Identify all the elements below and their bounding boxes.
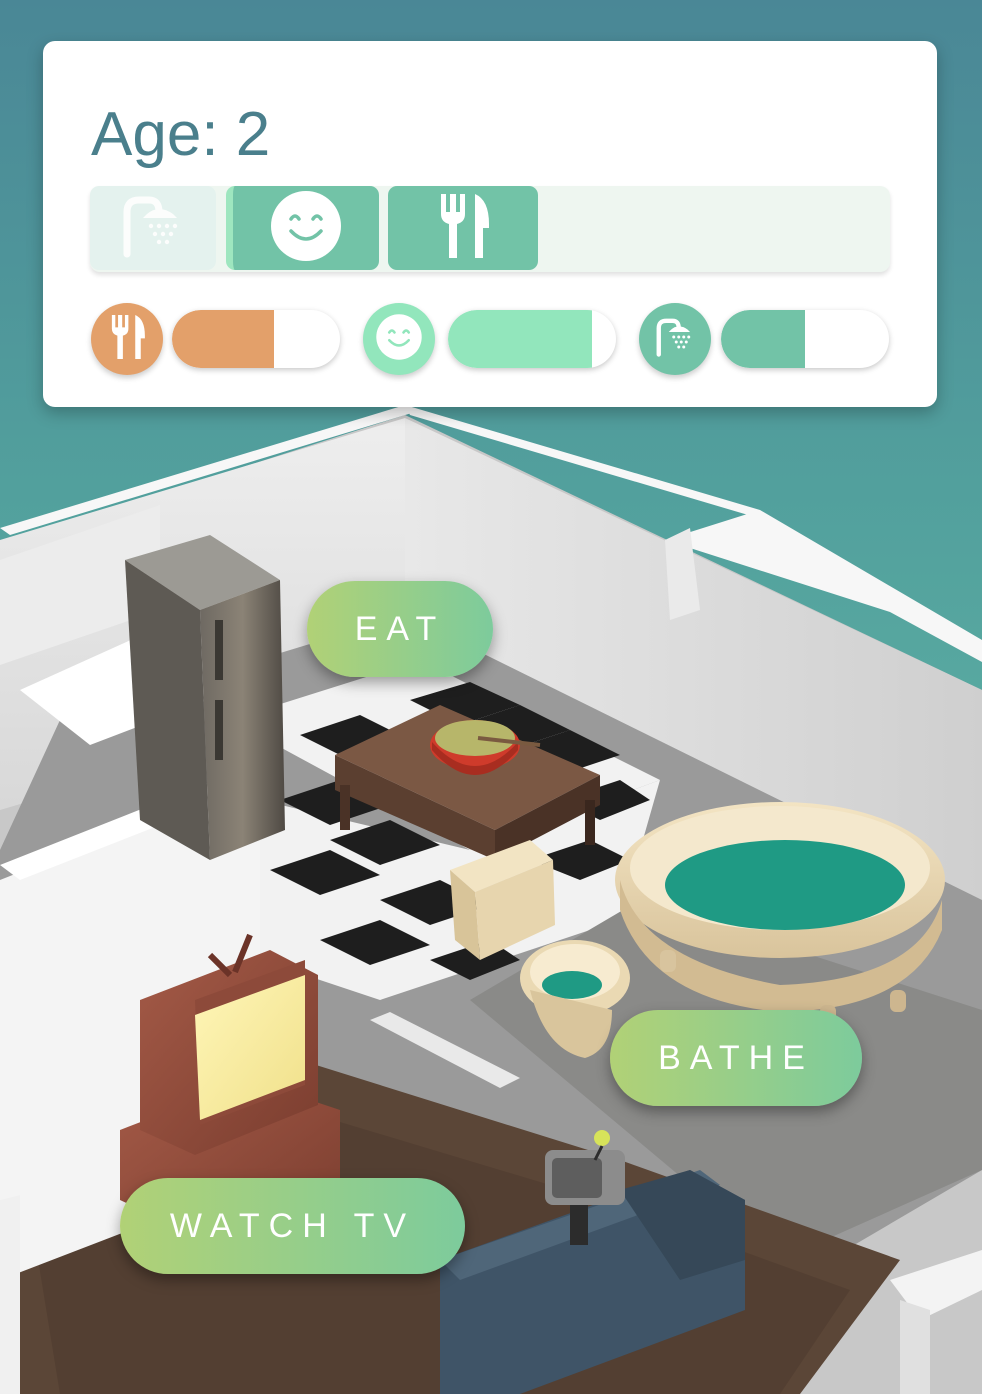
hunger-need-fill — [172, 310, 275, 368]
watch-tv-button[interactable]: WATCH TV — [120, 1178, 465, 1274]
fun-need-fill — [448, 310, 593, 368]
eat-button-label: EAT — [354, 609, 446, 648]
hygiene-need-icon — [639, 303, 711, 375]
queue-slot-queued — [388, 186, 538, 270]
bathe-button[interactable]: BATHE — [610, 1010, 862, 1106]
hygiene-need-fill — [721, 310, 805, 368]
fun-need-bar — [448, 310, 616, 368]
eat-button[interactable]: EAT — [307, 581, 493, 677]
game-scene: Age: 2 EAT BATHE WATCH TV — [0, 0, 982, 1394]
watch-tv-button-label: WATCH TV — [169, 1206, 416, 1245]
status-panel: Age: 2 — [43, 41, 937, 407]
shower-icon — [650, 315, 700, 364]
smiley-icon — [375, 313, 423, 366]
queue-slot-completed — [90, 186, 216, 270]
bathe-button-label: BATHE — [658, 1038, 814, 1077]
hunger-need-icon — [91, 303, 163, 375]
smiley-icon — [269, 189, 343, 268]
fun-need-icon — [363, 303, 435, 375]
shower-icon — [113, 192, 193, 265]
queue-slot-active — [226, 186, 379, 270]
age-label: Age: 2 — [91, 100, 271, 169]
hunger-need-bar — [172, 310, 340, 368]
fork-knife-icon — [431, 190, 495, 267]
hygiene-need-bar — [721, 310, 889, 368]
fork-knife-icon — [105, 312, 149, 367]
